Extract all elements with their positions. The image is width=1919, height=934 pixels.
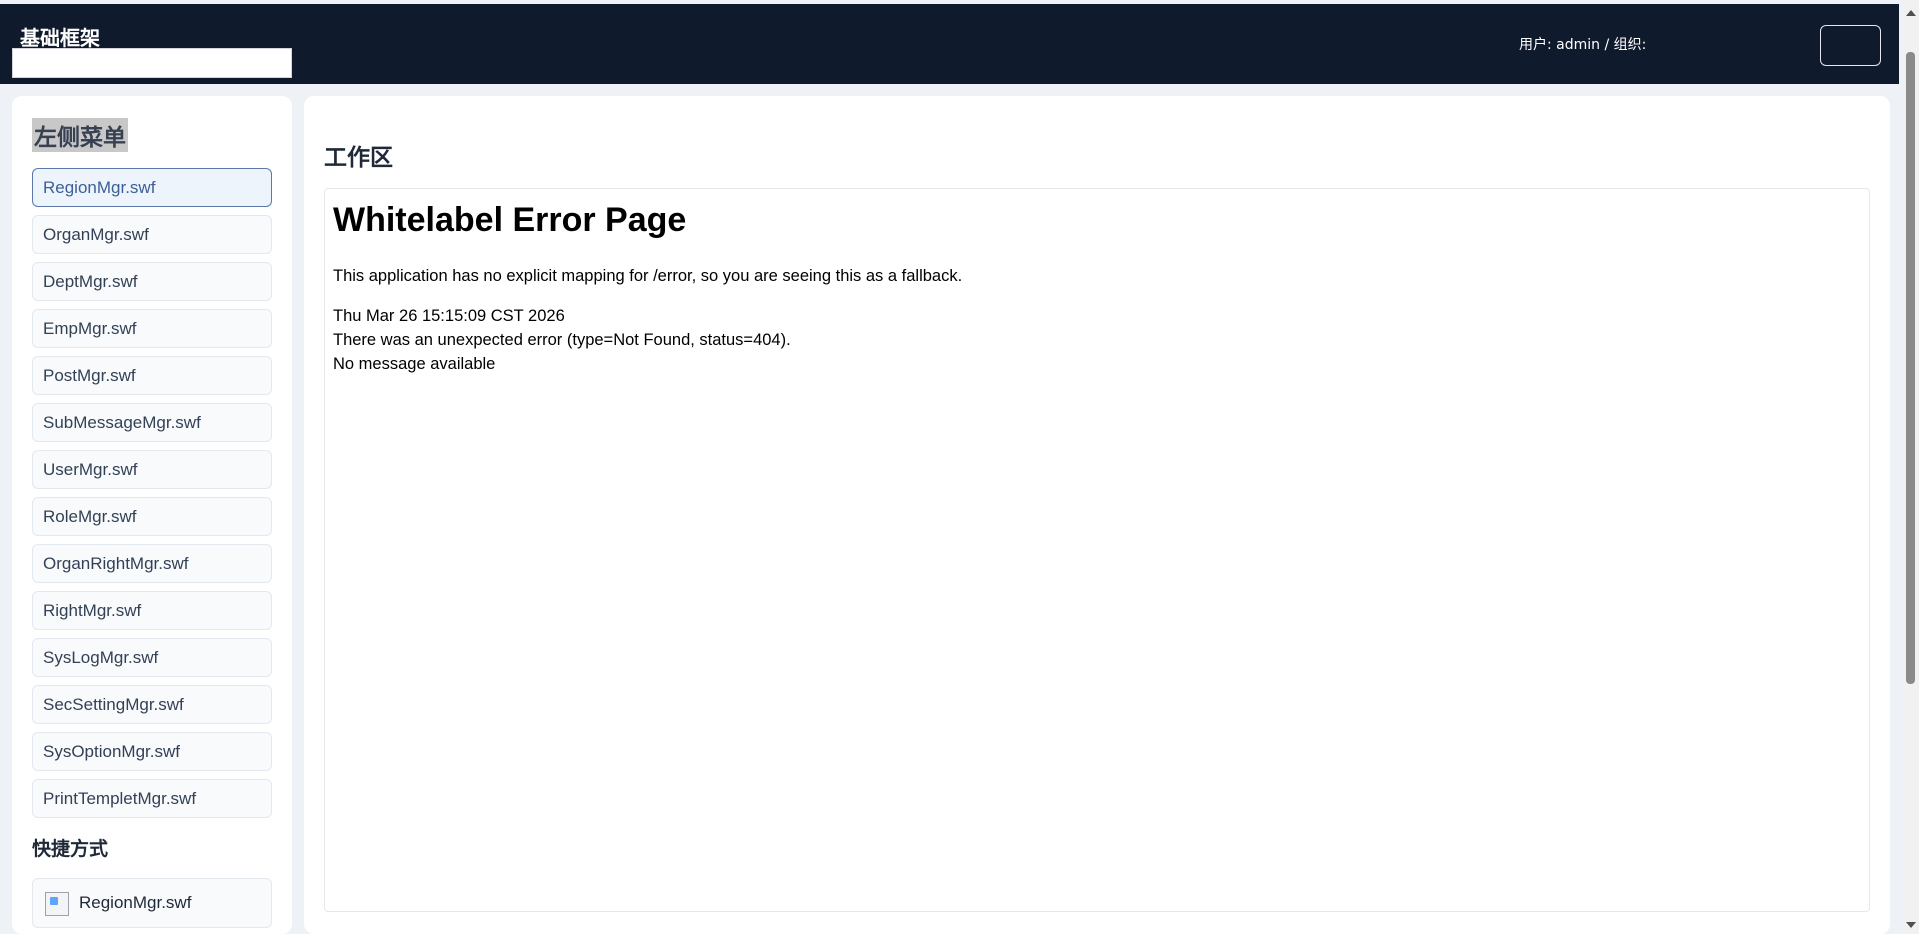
content-frame: Whitelabel Error Page This application h… xyxy=(324,188,1870,912)
user-info: 用户: admin / 组织: xyxy=(1519,37,1647,53)
shortcut-title: 快捷方式 xyxy=(32,838,109,860)
sidebar-item-usermgr[interactable]: UserMgr.swf xyxy=(32,450,272,489)
sidebar-item-organrightmgr[interactable]: OrganRightMgr.swf xyxy=(32,544,272,583)
scroll-thumb[interactable] xyxy=(1906,52,1915,684)
sidebar-item-regionmgr[interactable]: RegionMgr.swf xyxy=(32,168,272,207)
workspace: 工作区 Whitelabel Error Page This applicati… xyxy=(304,96,1890,934)
sidebar-item-syslogmgr[interactable]: SysLogMgr.swf xyxy=(32,638,272,677)
error-message: This application has no explicit mapping… xyxy=(333,267,963,285)
sidebar-item-empmgr[interactable]: EmpMgr.swf xyxy=(32,309,272,348)
sidebar-item-deptmgr[interactable]: DeptMgr.swf xyxy=(32,262,272,301)
scroll-up-arrow-icon[interactable] xyxy=(1906,10,1916,16)
error-no-message: No message available xyxy=(333,355,496,373)
error-detail: There was an unexpected error (type=Not … xyxy=(333,331,791,349)
broken-image-icon xyxy=(45,892,69,916)
sidebar-item-postmgr[interactable]: PostMgr.swf xyxy=(32,356,272,395)
sidebar-title: 左侧菜单 xyxy=(32,118,128,152)
top-action-button[interactable] xyxy=(1820,25,1881,66)
sidebar-item-organmgr[interactable]: OrganMgr.swf xyxy=(32,215,272,254)
error-heading: Whitelabel Error Page xyxy=(333,201,687,239)
shortcut-item-regionmgr[interactable]: RegionMgr.swf xyxy=(32,878,272,928)
sidebar: 左侧菜单 RegionMgr.swf OrganMgr.swf DeptMgr.… xyxy=(12,96,292,934)
sidebar-item-rightmgr[interactable]: RightMgr.swf xyxy=(32,591,272,630)
scroll-down-arrow-icon[interactable] xyxy=(1906,922,1916,928)
top-input-field[interactable] xyxy=(12,48,292,78)
sidebar-item-printtempletmgr[interactable]: PrintTempletMgr.swf xyxy=(32,779,272,818)
shortcut-label: RegionMgr.swf xyxy=(79,893,192,912)
vertical-scrollbar[interactable] xyxy=(1903,0,1919,934)
sidebar-item-secsettingmgr[interactable]: SecSettingMgr.swf xyxy=(32,685,272,724)
app-title: 基础框架 xyxy=(20,26,100,50)
sidebar-item-submessagemgr[interactable]: SubMessageMgr.swf xyxy=(32,403,272,442)
error-timestamp: Thu Mar 26 15:15:09 CST 2026 xyxy=(333,307,565,325)
sidebar-item-sysoptionmgr[interactable]: SysOptionMgr.swf xyxy=(32,732,272,771)
workspace-title: 工作区 xyxy=(324,145,393,171)
top-bar: 基础框架 用户: admin / 组织: xyxy=(0,4,1899,84)
sidebar-item-rolemgr[interactable]: RoleMgr.swf xyxy=(32,497,272,536)
